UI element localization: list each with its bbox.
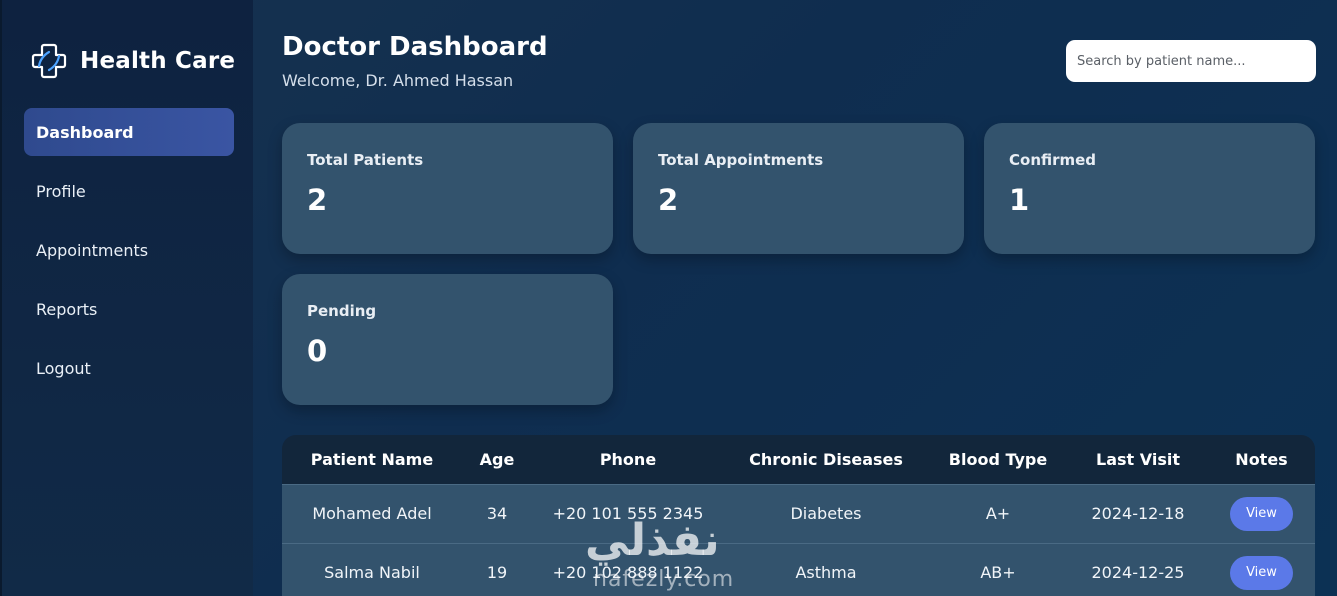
stat-label: Total Appointments [658,151,824,169]
stat-card-pending: Pending 0 [282,274,613,405]
phone-cell: +20 101 555 2345 [552,504,704,523]
sidebar-item-dashboard[interactable]: Dashboard [24,108,234,156]
stat-value: 0 [307,334,328,368]
age-cell: 19 [486,563,508,583]
view-notes-button[interactable]: View [1230,496,1293,531]
chronic-disease-cell: Asthma [795,563,857,583]
welcome-text: Welcome, Dr. Ahmed Hassan [282,71,514,90]
brand[interactable]: Health Care [30,42,235,80]
last-visit-cell: 2024-12-25 [1091,563,1185,583]
sidebar-item-logout[interactable]: Logout [24,344,234,392]
medical-cross-icon [31,43,67,79]
patients-table: Patient Name Age Phone Chronic Diseases … [282,435,1315,596]
column-header[interactable]: Blood Type [928,435,1068,484]
main-content: Doctor Dashboard Welcome, Dr. Ahmed Hass… [282,0,1316,596]
stat-label: Confirmed [1009,151,1097,169]
brand-title: Health Care [80,48,236,74]
sidebar: Health Care Dashboard Profile Appointmen… [0,0,253,596]
patient-name-cell: Mohamed Adel [312,504,432,523]
stat-value: 2 [307,183,328,217]
blood-type-cell: A+ [985,504,1011,523]
column-header[interactable]: Last Visit [1068,435,1208,484]
sidebar-item-profile[interactable]: Profile [24,167,234,215]
blood-type-cell: AB+ [980,563,1016,583]
stat-card-total-appointments: Total Appointments 2 [633,123,964,254]
last-visit-cell: 2024-12-18 [1091,504,1185,523]
stat-label: Pending [307,302,377,320]
chronic-disease-cell: Diabetes [790,504,862,523]
view-notes-button[interactable]: View [1230,555,1293,590]
table-header-row: Patient Name Age Phone Chronic Diseases … [282,435,1315,484]
column-header[interactable]: Notes [1208,435,1315,484]
age-cell: 34 [486,504,508,523]
patient-name-cell: Salma Nabil [324,563,420,583]
sidebar-item-reports[interactable]: Reports [24,285,234,333]
search-input[interactable] [1066,40,1316,82]
stat-value: 2 [658,183,679,217]
stat-value: 1 [1009,183,1030,217]
page-title: Doctor Dashboard [282,32,548,62]
notes-cell: View [1208,543,1315,596]
column-header[interactable]: Chronic Diseases [724,435,928,484]
sidebar-nav: Dashboard Profile Appointments Reports L… [24,108,234,403]
notes-cell: View [1208,484,1315,543]
stat-card-confirmed: Confirmed 1 [984,123,1315,254]
sidebar-item-appointments[interactable]: Appointments [24,226,234,274]
phone-cell: +20 102 888 1122 [552,563,704,583]
table-row: Salma Nabil 19 +20 102 888 1122 Asthma A… [282,543,1315,596]
stat-card-total-patients: Total Patients 2 [282,123,613,254]
column-header[interactable]: Patient Name [282,435,462,484]
stat-label: Total Patients [307,151,424,169]
table-row: Mohamed Adel 34 +20 101 555 2345 Diabete… [282,484,1315,543]
column-header[interactable]: Age [462,435,532,484]
column-header[interactable]: Phone [532,435,724,484]
